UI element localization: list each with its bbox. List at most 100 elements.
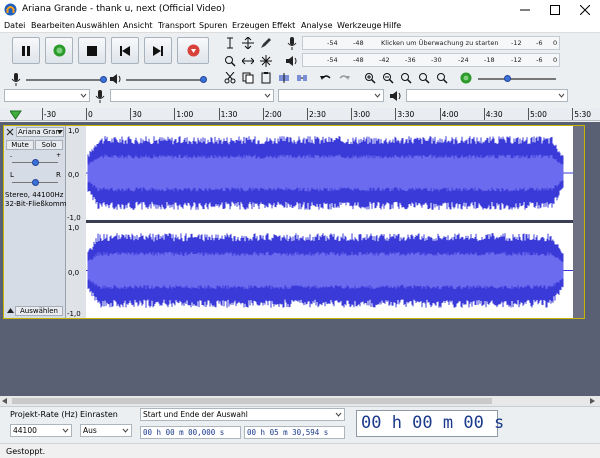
zoom-out-button[interactable] bbox=[380, 70, 396, 86]
menu-hilfe[interactable]: Hilfe bbox=[383, 21, 401, 30]
minimize-button[interactable] bbox=[510, 0, 540, 19]
play-at-speed-icon bbox=[460, 72, 472, 84]
status-bar: Gestoppt. bbox=[0, 443, 600, 458]
play-button[interactable] bbox=[45, 37, 73, 64]
solo-button[interactable]: Solo bbox=[35, 140, 63, 150]
playback-device-select[interactable] bbox=[406, 89, 568, 102]
ruler-label: 5:30 bbox=[574, 110, 592, 119]
pan-knob[interactable] bbox=[32, 179, 39, 186]
undo-button[interactable] bbox=[318, 70, 334, 86]
draw-tool[interactable] bbox=[258, 35, 274, 51]
recording-channels-select[interactable] bbox=[278, 89, 384, 102]
multi-tool[interactable] bbox=[258, 53, 274, 69]
selection-mode-select[interactable]: Start und Ende der Auswahl bbox=[140, 408, 345, 421]
pan-right-label: R bbox=[56, 171, 61, 179]
menu-werkzeuge[interactable]: Werkzeuge bbox=[337, 21, 381, 30]
play-at-speed-button[interactable] bbox=[458, 70, 474, 86]
ruler-label: 4:30 bbox=[485, 110, 503, 119]
project-rate-label: Projekt-Rate (Hz) bbox=[10, 410, 78, 419]
envelope-tool[interactable] bbox=[240, 35, 256, 51]
pause-button[interactable] bbox=[12, 37, 40, 64]
ruler-label: 3:00 bbox=[353, 110, 371, 119]
scroll-right-icon[interactable] bbox=[590, 398, 596, 404]
zoom-toggle-button[interactable] bbox=[434, 70, 450, 86]
record-meter-mic-icon[interactable] bbox=[284, 35, 300, 51]
selection-end-time[interactable]: 00 h 05 m 30,594 s bbox=[244, 426, 345, 439]
meter-tick: -48 bbox=[353, 39, 364, 47]
record-meter-scale[interactable]: -54 -48 Klicken um Überwachung zu starte… bbox=[302, 36, 560, 50]
ruler-tick bbox=[262, 108, 264, 120]
select-track-button[interactable]: Auswählen bbox=[15, 306, 63, 316]
record-button[interactable] bbox=[177, 37, 209, 64]
selection-tool[interactable] bbox=[222, 35, 238, 51]
stop-button[interactable] bbox=[78, 37, 106, 64]
play-speed-knob[interactable] bbox=[504, 75, 511, 82]
horizontal-scrollbar[interactable] bbox=[0, 396, 600, 406]
recording-device-icon bbox=[92, 88, 108, 104]
trim-button[interactable] bbox=[276, 70, 292, 86]
copy-button[interactable] bbox=[240, 70, 256, 86]
audio-host-select[interactable] bbox=[4, 89, 90, 102]
maximize-button[interactable] bbox=[540, 0, 570, 19]
input-volume-knob[interactable] bbox=[100, 76, 107, 83]
zoom-in-button[interactable] bbox=[362, 70, 378, 86]
menu-datei[interactable]: Datei bbox=[4, 21, 25, 30]
microphone-icon bbox=[95, 89, 105, 103]
menu-auswaehlen[interactable]: Auswählen bbox=[76, 21, 119, 30]
input-volume-slider[interactable] bbox=[26, 79, 106, 81]
ruler-tick bbox=[351, 108, 353, 120]
meter-tick: -54 bbox=[327, 56, 338, 64]
recording-device-select[interactable] bbox=[110, 89, 274, 102]
output-volume-knob[interactable] bbox=[200, 76, 207, 83]
scroll-thumb[interactable] bbox=[12, 398, 492, 404]
timeline-ruler[interactable]: -30 0 30 1:00 1:30 2:00 2:30 3:00 3:30 4:00 4:30 5:… bbox=[0, 108, 600, 121]
skip-to-end-button[interactable] bbox=[144, 37, 172, 64]
ruler-tick bbox=[528, 108, 529, 120]
fit-selection-button[interactable] bbox=[398, 70, 414, 86]
project-rate-select[interactable]: 44100 bbox=[10, 424, 72, 437]
menu-effekt[interactable]: Effekt bbox=[272, 21, 295, 30]
skip-to-start-button[interactable] bbox=[111, 37, 139, 64]
play-meter-scale[interactable]: -54 -48 -42 -36 -30 -24 -18 -12 -6 0 bbox=[302, 53, 560, 67]
maximize-icon bbox=[550, 4, 560, 15]
timeshift-tool[interactable] bbox=[240, 53, 256, 69]
pin-playhead-icon[interactable] bbox=[10, 110, 22, 120]
track-close-button[interactable] bbox=[6, 128, 14, 137]
ruler-label: 1:00 bbox=[176, 110, 194, 119]
menu-spuren[interactable]: Spuren bbox=[199, 21, 227, 30]
scissors-icon bbox=[224, 72, 236, 84]
menu-analyse[interactable]: Analyse bbox=[301, 21, 333, 30]
close-button[interactable] bbox=[570, 0, 600, 19]
waveform-left-channel[interactable] bbox=[86, 126, 573, 220]
stop-icon bbox=[87, 45, 97, 56]
minimize-icon bbox=[520, 9, 530, 10]
chevron-down-icon bbox=[122, 428, 129, 433]
play-speed-slider[interactable] bbox=[478, 78, 556, 80]
gain-knob[interactable] bbox=[32, 159, 39, 166]
ruler-label: 2:00 bbox=[264, 110, 282, 119]
waveform-right-channel[interactable] bbox=[86, 223, 573, 318]
menu-transport[interactable]: Transport bbox=[158, 21, 196, 30]
magnifier-icon bbox=[225, 56, 236, 67]
scroll-left-icon[interactable] bbox=[2, 398, 8, 404]
menu-bearbeiten[interactable]: Bearbeiten bbox=[31, 21, 75, 30]
snap-select[interactable]: Aus bbox=[80, 424, 132, 437]
redo-icon bbox=[339, 75, 350, 80]
redo-button[interactable] bbox=[336, 70, 352, 86]
fit-project-button[interactable] bbox=[416, 70, 432, 86]
audio-position-display[interactable]: 00 h 00 m 00 s bbox=[356, 410, 504, 437]
selection-start-time[interactable]: 00 h 00 m 00,000 s bbox=[140, 426, 241, 439]
output-volume-slider[interactable] bbox=[126, 79, 206, 81]
menu-erzeugen[interactable]: Erzeugen bbox=[232, 21, 270, 30]
menu-ansicht[interactable]: Ansicht bbox=[123, 21, 153, 30]
cut-button[interactable] bbox=[222, 70, 238, 86]
silence-button[interactable] bbox=[294, 70, 310, 86]
meter-tick: -18 bbox=[484, 56, 495, 64]
mute-button[interactable]: Mute bbox=[6, 140, 34, 150]
play-meter-speaker-icon[interactable] bbox=[284, 53, 300, 69]
close-icon bbox=[6, 128, 14, 136]
paste-button[interactable] bbox=[258, 70, 274, 86]
zoom-tool[interactable] bbox=[222, 53, 238, 69]
track-resize-handle[interactable] bbox=[573, 126, 584, 318]
collapse-track-icon[interactable] bbox=[7, 308, 14, 314]
